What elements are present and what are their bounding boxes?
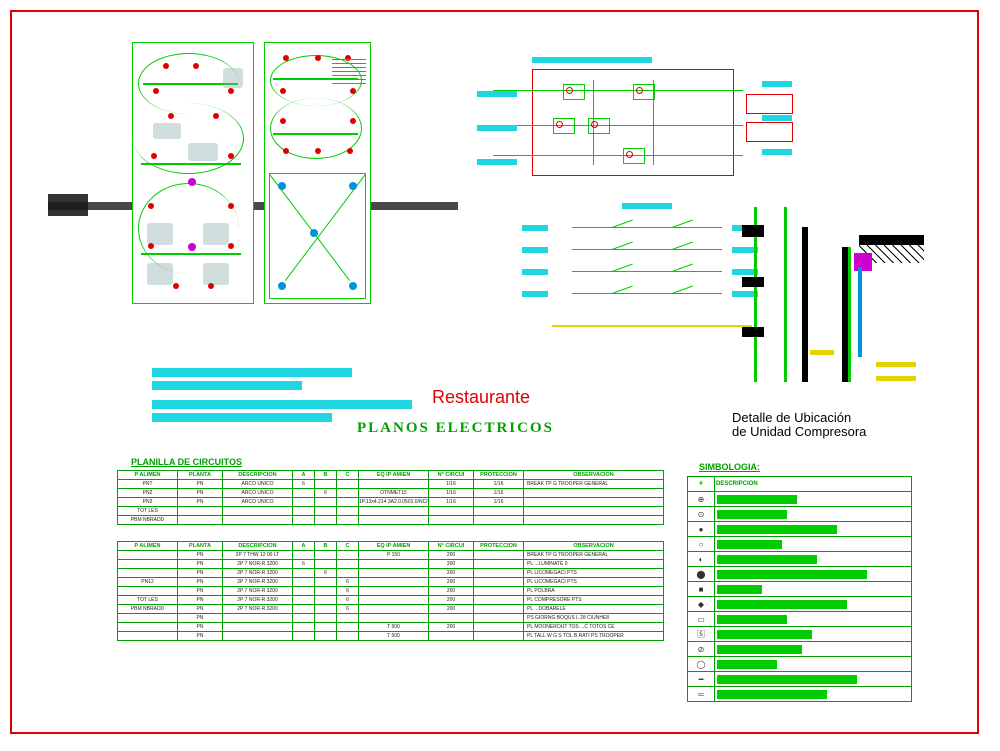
- compressor-caption-1: Detalle de Ubicación: [732, 410, 851, 425]
- switch-ladder: [552, 217, 762, 327]
- schedule-title: PLANILLA DE CIRCUITOS: [131, 457, 647, 467]
- drawing-frame: Planta Baja: [10, 10, 979, 734]
- legend-title: SIMBOLOGIA:: [699, 462, 912, 472]
- plan-mezzanine: Mezzanine: [264, 42, 371, 304]
- text-note-block: [152, 364, 412, 422]
- sheet-title: PLANOS ELECTRICOS: [357, 420, 554, 437]
- plan-planta-baja: Planta Baja: [132, 42, 254, 304]
- schedule-table-1: P ALIMENPLANTADESCRIPCIONABCEQ IP AMIENN…: [117, 470, 664, 525]
- compressor-detail: Detalle de Ubicación de Unidad Compresor…: [742, 207, 932, 397]
- riser-diagram: [532, 57, 734, 176]
- schedule-table-2: P ALIMENPLANTADESCRIPCIONABCEQ IP AMIENN…: [117, 541, 664, 641]
- legend: SIMBOLOGIA: #DESCRIPCION⊕⊙●○◐⬤■◆▭🅂⊘◯━═: [687, 462, 912, 702]
- legend-table: #DESCRIPCION⊕⊙●○◐⬤■◆▭🅂⊘◯━═: [687, 476, 912, 702]
- floor-plans: Planta Baja: [132, 42, 371, 304]
- project-title: Restaurante: [432, 387, 530, 408]
- compressor-caption-2: de Unidad Compresora: [732, 424, 866, 439]
- circuit-schedule: PLANILLA DE CIRCUITOS P ALIMENPLANTADESC…: [117, 457, 647, 641]
